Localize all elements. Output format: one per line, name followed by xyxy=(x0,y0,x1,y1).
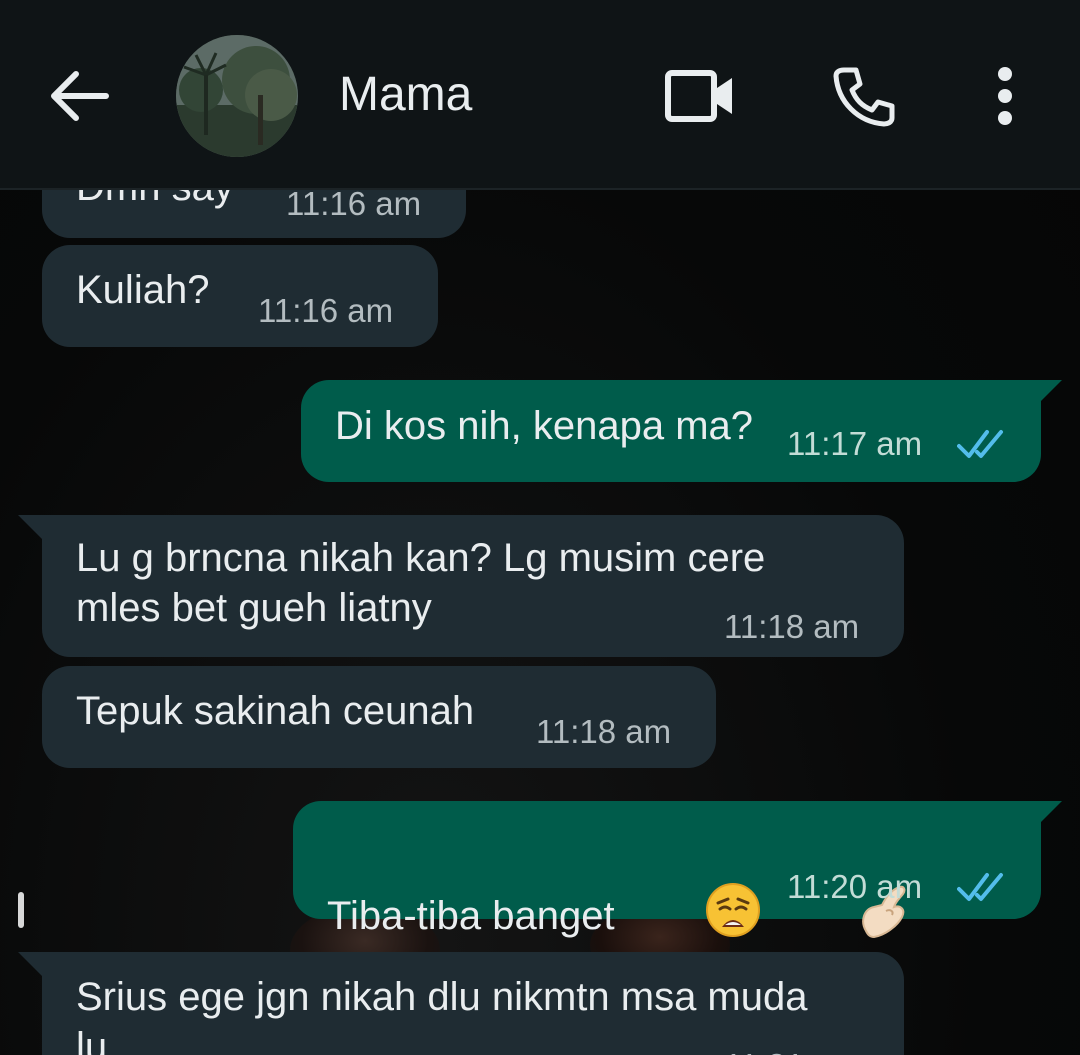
voice-call-button[interactable] xyxy=(824,58,904,138)
message-outgoing[interactable]: Di kos nih, kenapa ma? 11:17 am xyxy=(301,380,1041,482)
message-incoming[interactable]: Kuliah? 11:16 am xyxy=(42,245,438,347)
phone-icon xyxy=(832,64,896,133)
message-time: 11:21 xyxy=(724,1046,804,1055)
message-text: Tepuk sakinah ceunah xyxy=(76,689,475,733)
message-text: Di kos nih, kenapa ma? xyxy=(335,404,754,448)
chat-header: Mama xyxy=(0,0,1080,190)
read-receipt-icon xyxy=(957,430,1003,458)
read-receipt-icon xyxy=(957,873,1003,901)
message-time: 11:17 am xyxy=(787,425,923,462)
message-text: Kuliah? xyxy=(76,268,210,312)
message-time: 11:16 am xyxy=(258,292,394,329)
bubble-tail xyxy=(18,952,44,978)
message-incoming[interactable]: Srius ege jgn nikah dlu nikmtn msa muda … xyxy=(42,952,904,1055)
video-call-button[interactable] xyxy=(660,60,740,136)
avatar-image xyxy=(176,35,298,157)
message-outgoing[interactable]: Tiba-tiba banget 11:20 am xyxy=(293,801,1041,939)
message-time: 11:18 am xyxy=(536,713,672,750)
message-time: 11:16 am xyxy=(286,185,422,222)
video-call-icon xyxy=(664,68,736,129)
chat-screen: Mama 11:16 am Kuliah? 11:16 am Di kos ni… xyxy=(0,0,1080,1055)
more-vert-icon xyxy=(995,66,1015,131)
message-text: Lu g brncna nikah kan? Lg musim cere mle… xyxy=(76,536,766,630)
message-text-content: Tiba-tiba banget xyxy=(327,894,615,938)
message-incoming[interactable]: Tepuk sakinah ceunah 11:18 am xyxy=(42,666,716,768)
message-incoming[interactable]: Lu g brncna nikah kan? Lg musim cere mle… xyxy=(42,515,904,657)
more-options-button[interactable] xyxy=(975,58,1035,138)
arrow-left-icon xyxy=(50,70,110,127)
message-time: 11:20 am xyxy=(787,868,923,905)
background-mark xyxy=(18,892,24,928)
message-time: 11:18 am xyxy=(724,608,860,645)
message-text: Srius ege jgn nikah dlu nikmtn msa muda … xyxy=(76,975,808,1055)
avatar[interactable] xyxy=(176,35,298,157)
bubble-tail xyxy=(18,515,44,541)
contact-name[interactable]: Mama xyxy=(339,64,472,126)
back-button[interactable] xyxy=(40,60,120,136)
